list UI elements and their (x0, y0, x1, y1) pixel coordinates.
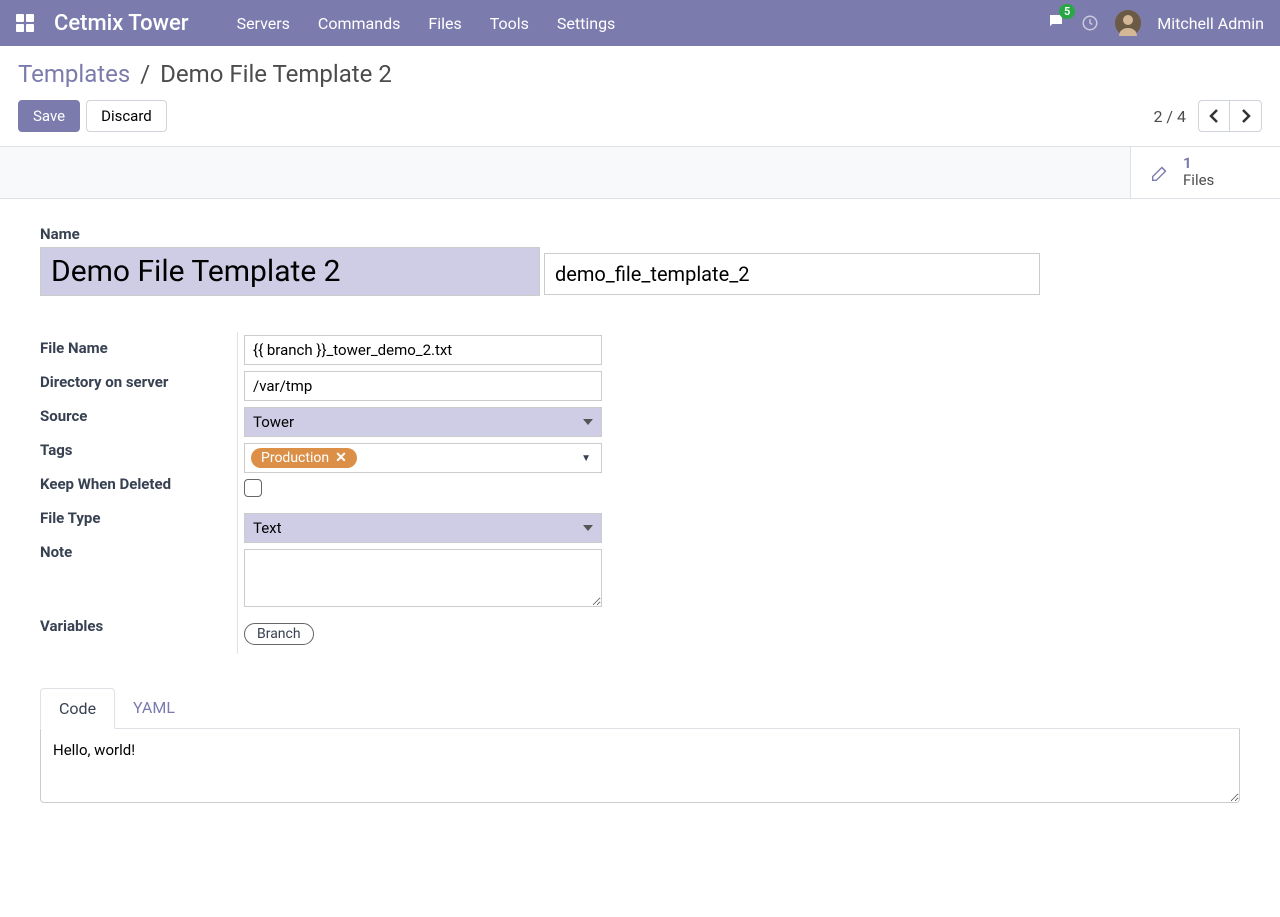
user-avatar[interactable] (1115, 10, 1141, 36)
nav-settings[interactable]: Settings (557, 14, 615, 33)
nav-tools[interactable]: Tools (490, 14, 529, 33)
app-title[interactable]: Cetmix Tower (54, 11, 189, 36)
name-label: Name (40, 225, 1240, 243)
chevron-down-icon[interactable]: ▼ (581, 453, 591, 464)
tab-code[interactable]: Code (40, 688, 115, 729)
file-name-label: File Name (40, 335, 108, 357)
apps-icon[interactable] (16, 14, 34, 32)
code-textarea[interactable] (40, 729, 1240, 803)
source-label: Source (40, 403, 87, 425)
form-sheet: Name File Name Directory on server Sourc… (0, 199, 1280, 847)
tag-label: Production (261, 450, 329, 466)
pager-buttons (1198, 100, 1262, 132)
pager-next[interactable] (1230, 100, 1262, 132)
messaging-icon[interactable]: 5 (1047, 12, 1065, 34)
save-button[interactable]: Save (18, 100, 80, 132)
breadcrumb-sep: / (140, 60, 150, 88)
chevron-left-icon (1209, 109, 1219, 123)
breadcrumb-bar: Templates / Demo File Template 2 (0, 46, 1280, 88)
keep-label: Keep When Deleted (40, 471, 171, 493)
pager-prev[interactable] (1198, 100, 1230, 132)
keep-when-deleted-checkbox[interactable] (244, 479, 262, 497)
tab-yaml[interactable]: YAML (115, 688, 193, 728)
user-name[interactable]: Mitchell Admin (1157, 14, 1264, 33)
variable-branch[interactable]: Branch (244, 623, 314, 645)
dir-label: Directory on server (40, 369, 168, 391)
files-count: 1 (1183, 156, 1214, 171)
tabs: Code YAML (40, 688, 1240, 729)
message-count-badge: 5 (1059, 4, 1075, 19)
files-label: Files (1183, 171, 1214, 189)
note-textarea[interactable] (244, 549, 602, 607)
tag-production: Production ✕ (251, 448, 357, 468)
reference-input[interactable] (544, 253, 1040, 295)
files-stat-button[interactable]: 1 Files (1130, 147, 1280, 198)
nav-right: 5 Mitchell Admin (1047, 10, 1264, 36)
discard-button[interactable]: Discard (86, 100, 167, 132)
tag-remove-icon[interactable]: ✕ (335, 450, 347, 466)
file-type-label: File Type (40, 505, 100, 527)
top-navbar: Cetmix Tower Servers Commands Files Tool… (0, 0, 1280, 46)
edit-icon (1149, 162, 1171, 184)
stat-bar: 1 Files (0, 147, 1280, 199)
file-type-select[interactable]: Text (244, 513, 602, 543)
name-input[interactable] (40, 247, 540, 296)
breadcrumb: Templates / Demo File Template 2 (18, 60, 392, 88)
breadcrumb-root[interactable]: Templates (18, 60, 130, 88)
chevron-right-icon (1241, 109, 1251, 123)
activity-icon[interactable] (1081, 14, 1099, 32)
breadcrumb-current: Demo File Template 2 (160, 60, 392, 88)
pager-text[interactable]: 2 / 4 (1153, 107, 1186, 126)
tags-field[interactable]: Production ✕ ▼ (244, 443, 602, 473)
nav-servers[interactable]: Servers (237, 14, 290, 33)
source-select[interactable]: Tower (244, 407, 602, 437)
note-label: Note (40, 539, 72, 561)
nav-links: Servers Commands Files Tools Settings (237, 14, 1048, 33)
action-bar: Save Discard 2 / 4 (0, 88, 1280, 147)
nav-files[interactable]: Files (428, 14, 461, 33)
nav-commands[interactable]: Commands (318, 14, 400, 33)
file-name-input[interactable] (244, 335, 602, 365)
variables-label: Variables (40, 613, 103, 635)
tags-label: Tags (40, 437, 73, 459)
dir-input[interactable] (244, 371, 602, 401)
